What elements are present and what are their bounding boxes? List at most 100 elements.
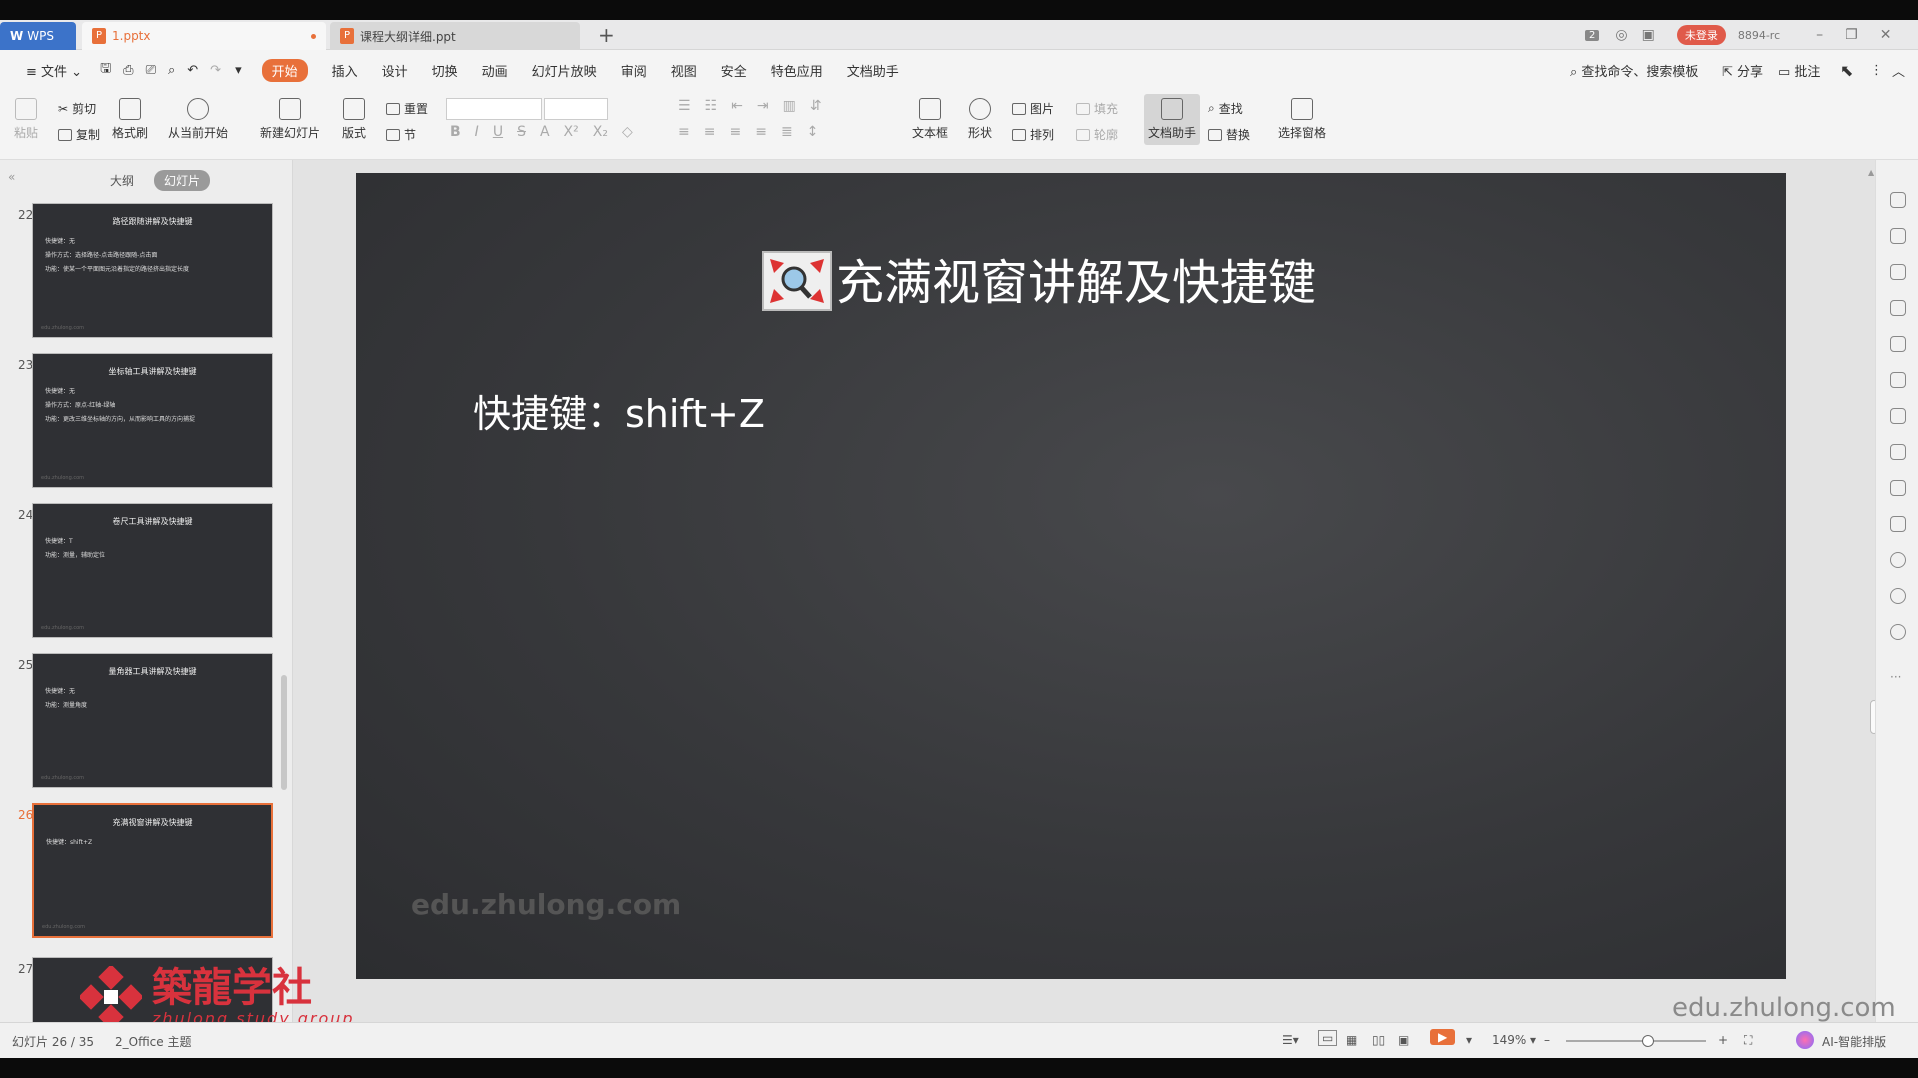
minimize-icon[interactable]: –	[1816, 27, 1823, 43]
fill-button[interactable]: 填充	[1076, 100, 1118, 117]
italic-icon[interactable]: I	[475, 124, 479, 140]
doc-assistant-button[interactable]: 文档助手	[1144, 94, 1201, 145]
print-icon[interactable]: ⎚	[146, 63, 156, 78]
help-icon[interactable]	[1890, 624, 1906, 640]
shapes-panel-icon[interactable]	[1890, 264, 1906, 280]
archive-panel-icon[interactable]	[1890, 444, 1906, 460]
distribute-icon[interactable]: ≣	[781, 124, 793, 140]
section-button[interactable]: 节	[386, 126, 416, 143]
transition-panel-icon[interactable]	[1890, 372, 1906, 388]
menu-animation[interactable]: 动画	[482, 61, 508, 80]
menu-insert[interactable]: 插入	[332, 61, 358, 80]
menu-transition[interactable]: 切换	[432, 61, 458, 80]
bold-icon[interactable]: B	[450, 124, 461, 140]
indent-decrease-icon[interactable]: ⇤	[731, 98, 743, 114]
login-button[interactable]: 未登录	[1676, 25, 1726, 45]
picture-button[interactable]: 图片	[1012, 100, 1054, 117]
clear-format-icon[interactable]: ◇	[622, 124, 633, 140]
menu-design[interactable]: 设计	[382, 61, 408, 80]
history-panel-icon[interactable]	[1890, 588, 1906, 604]
fill-panel-icon[interactable]	[1890, 300, 1906, 316]
fit-window-icon[interactable]: ⛶	[1744, 1033, 1752, 1048]
select-pane-button[interactable]: 选择窗格	[1278, 98, 1326, 141]
slide-thumbnail[interactable]: 量角器工具讲解及快捷键 快捷键：无 功能：测量角度 edu.zhulong.co…	[32, 653, 273, 788]
slide-thumbnail-selected[interactable]: 充满视窗讲解及快捷键 快捷键：shift+Z edu.zhulong.com	[32, 803, 273, 938]
reading-view-icon[interactable]: ▯▯	[1372, 1033, 1385, 1047]
text-direction-icon[interactable]: ⇵	[810, 98, 822, 114]
bullets-icon[interactable]: ☰	[678, 98, 691, 114]
export-icon[interactable]: ⎙	[123, 63, 133, 78]
tab-wps-home[interactable]: W WPS	[0, 22, 76, 50]
menu-start[interactable]: 开始	[261, 58, 308, 82]
zoom-slider-handle[interactable]	[1642, 1035, 1654, 1047]
align-right-icon[interactable]: ≡	[729, 124, 741, 140]
slideshow-options-icon[interactable]: ▾	[1466, 1033, 1472, 1047]
print-preview-icon[interactable]: ⌕	[168, 63, 175, 78]
slide-body-text[interactable]: 快捷键：shift+Z	[473, 383, 765, 438]
arrange-button[interactable]: 排列	[1012, 126, 1054, 143]
cut-button[interactable]: ✂ 剪切	[58, 100, 96, 117]
indent-increase-icon[interactable]: ⇥	[757, 98, 769, 114]
ai-layout-icon[interactable]	[1796, 1031, 1814, 1049]
save-icon[interactable]: 🖫	[100, 59, 111, 81]
new-slide-button[interactable]: 新建幻灯片	[260, 98, 320, 141]
slide-library-icon[interactable]	[1890, 228, 1906, 244]
skin-icon[interactable]: ◎	[1615, 27, 1627, 43]
thumbnail-scrollbar[interactable]	[281, 675, 287, 790]
menu-view[interactable]: 视图	[671, 61, 697, 80]
favorites-icon[interactable]	[1890, 192, 1906, 208]
superscript-icon[interactable]: X²	[564, 124, 579, 140]
notes-toggle-icon[interactable]: ☰▾	[1282, 1033, 1299, 1047]
more-icon[interactable]: ⋮	[1870, 63, 1883, 78]
scroll-up-icon[interactable]: ▲	[1868, 168, 1874, 177]
line-spacing-icon[interactable]: ↕	[807, 124, 819, 140]
tab-document-1[interactable]: P 1.pptx	[82, 22, 326, 50]
more-panels-icon[interactable]: ···	[1890, 670, 1901, 684]
play-from-current-button[interactable]: 从当前开始	[168, 98, 228, 141]
close-icon[interactable]: ✕	[1880, 27, 1892, 43]
underline-icon[interactable]: U	[493, 124, 503, 140]
settings-panel-icon[interactable]	[1890, 336, 1906, 352]
zoom-out-icon[interactable]: –	[1544, 1033, 1550, 1047]
layout-button[interactable]: 版式	[342, 98, 366, 141]
undo-icon[interactable]: ↶	[187, 63, 198, 78]
align-left-icon[interactable]: ≡	[678, 124, 690, 140]
download-panel-icon[interactable]	[1890, 552, 1906, 568]
menu-security[interactable]: 安全	[721, 61, 747, 80]
zoom-slider[interactable]	[1566, 1035, 1706, 1047]
tab-slides[interactable]: 幻灯片	[154, 170, 211, 191]
presenter-view-icon[interactable]: ▣	[1398, 1033, 1409, 1047]
font-color-icon[interactable]: A	[540, 124, 550, 140]
tab-outline[interactable]: 大纲	[100, 170, 144, 191]
slide-sorter-icon[interactable]: ▦	[1346, 1033, 1357, 1047]
collapse-panel-icon[interactable]: «	[8, 170, 15, 184]
zoom-level[interactable]: 149%	[1492, 1033, 1526, 1047]
strikethrough-icon[interactable]: S	[517, 124, 526, 140]
menu-doc-assistant[interactable]: 文档助手	[847, 61, 899, 80]
image-panel-icon[interactable]	[1890, 480, 1906, 496]
new-tab-button[interactable]: +	[598, 23, 615, 47]
play-slideshow-icon[interactable]: ▶	[1430, 1029, 1456, 1045]
menu-features[interactable]: 特色应用	[771, 61, 823, 80]
zoom-in-icon[interactable]: +	[1718, 1033, 1728, 1047]
redo-icon[interactable]: ↷	[210, 63, 221, 78]
tab-document-2[interactable]: P 课程大纲详细.ppt	[330, 22, 580, 50]
comment-button[interactable]: ▭ 批注	[1778, 61, 1820, 80]
find-button[interactable]: ⌕ 查找	[1208, 100, 1243, 117]
menu-review[interactable]: 审阅	[621, 61, 647, 80]
page-count-badge[interactable]: 2	[1585, 29, 1600, 41]
reset-button[interactable]: 重置	[386, 100, 428, 117]
collapse-ribbon-icon[interactable]: ︿	[1892, 61, 1905, 80]
slide-thumbnail[interactable]: 卷尺工具讲解及快捷键 快捷键：T 功能：测量，辅助定位 edu.zhulong.…	[32, 503, 273, 638]
normal-view-icon[interactable]: ▭	[1318, 1030, 1338, 1046]
subscript-icon[interactable]: X₂	[593, 124, 608, 140]
slide-thumbnail[interactable]: 路径跟随讲解及快捷键 快捷键：无 操作方式：选择路径-点击路径跟随-点击面 功能…	[32, 203, 273, 338]
zoom-dropdown-icon[interactable]: ▾	[1530, 1033, 1536, 1047]
outline-button[interactable]: 轮廓	[1076, 126, 1118, 143]
current-slide[interactable]: 充满视窗讲解及快捷键 快捷键：shift+Z edu.zhulong.com	[356, 173, 1786, 979]
command-search[interactable]: ⌕ 查找命令、搜索模板	[1570, 61, 1698, 80]
copy-button[interactable]: 复制	[58, 126, 100, 143]
columns-icon[interactable]: ▥	[783, 98, 796, 114]
menu-slideshow[interactable]: 幻灯片放映	[532, 61, 597, 80]
shape-button[interactable]: 形状	[968, 98, 992, 141]
